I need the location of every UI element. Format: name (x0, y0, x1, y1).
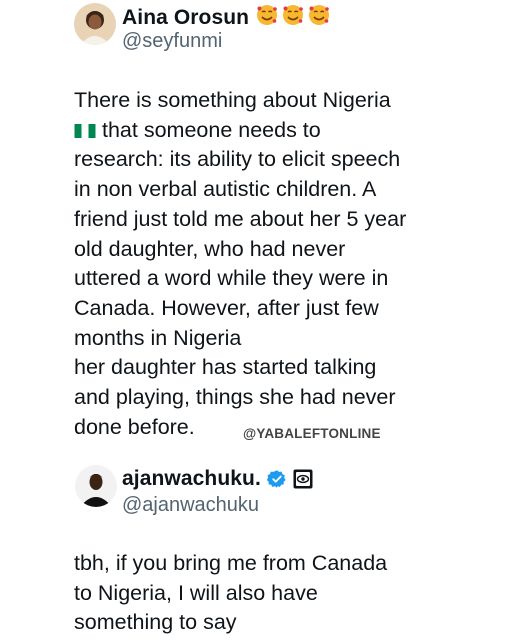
post-line: Canada. However, after just few (74, 295, 379, 320)
affiliation-eye-icon[interactable] (293, 469, 313, 489)
post-line: research: its ability to elicit speech (74, 147, 401, 172)
verified-badge-icon (266, 470, 286, 488)
post-line: something to say (74, 610, 237, 635)
watermark: @YABALEFTONLINE (243, 426, 381, 441)
post-line: her daughter has started talking (74, 355, 377, 380)
display-name[interactable]: Aina Orosun (122, 6, 249, 30)
post-line: in non verbal autistic children. A (74, 177, 377, 202)
author-name-row: Aina Orosun (122, 4, 330, 31)
post-line: tbh, if you bring me from Canada (74, 551, 388, 575)
avatar[interactable] (74, 3, 116, 45)
avatar[interactable] (75, 465, 117, 507)
author-handle[interactable]: @ajanwachuku (122, 494, 259, 517)
post-line: There is something about Nigeria (74, 88, 391, 112)
author-handle[interactable]: @seyfunmi (122, 30, 222, 53)
smiling-face-with-hearts-icon (308, 4, 330, 31)
nigeria-flag-icon (74, 123, 96, 138)
post-body: tbh, if you bring me from Canada to Nige… (74, 549, 387, 638)
display-name[interactable]: ajanwachuku. (122, 467, 261, 491)
post-line: months in Nigeria (74, 325, 242, 350)
smiling-face-with-hearts-icon (256, 4, 278, 31)
author-name-row: ajanwachuku. (122, 467, 313, 491)
post-body: There is something about Nigeria that so… (74, 86, 406, 442)
post-line: that someone needs to (102, 117, 321, 142)
post-ajanwachuku: ajanwachuku. @ajanwachuku tbh, if you br… (0, 455, 511, 640)
avatar-photo-icon (74, 3, 116, 45)
post-line-with-flag: that someone needs to (74, 116, 406, 146)
post-line: and playing, things she had never (74, 385, 396, 410)
post-line: friend just told me about her 5 year (74, 206, 407, 231)
post-line: uttered a word while they were in (74, 266, 389, 291)
post-line: old daughter, who had never (74, 236, 346, 261)
smiling-face-with-hearts-icon (282, 4, 304, 31)
post-line: to Nigeria, I will also have (74, 580, 318, 605)
post-aina-orosun: Aina Orosun @seyfunmi There is something… (0, 0, 511, 442)
avatar-photo-icon (75, 465, 117, 507)
